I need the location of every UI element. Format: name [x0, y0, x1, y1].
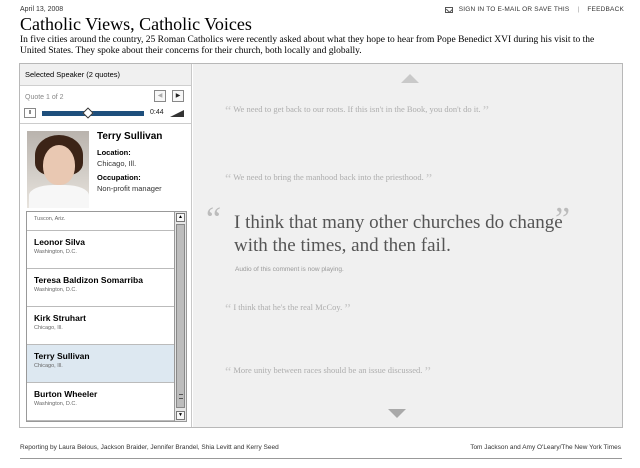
occupation-label: Occupation:: [97, 173, 141, 182]
scroll-quotes-down-icon[interactable]: [388, 409, 406, 418]
quote-nav-row: Quote 1 of 2 ◀ ▶: [20, 86, 191, 104]
quote-item[interactable]: “ I think that he's the real McCoy. ”: [225, 302, 351, 318]
envelope-icon[interactable]: [444, 6, 453, 13]
scroll-up-button[interactable]: ▲: [176, 213, 185, 222]
list-item-name: Kirk Struhart: [34, 313, 86, 323]
photo-credit: Tom Jackson and Amy O'Leary/The New York…: [470, 444, 621, 451]
list-item-location: Chicago, Ill.: [34, 363, 63, 369]
audio-progress-track[interactable]: [42, 107, 144, 119]
open-quote-icon: “: [225, 365, 232, 380]
speaker-list-items: Tuscon, Ariz. Leonor Silva Washington, D…: [27, 212, 174, 421]
location-label: Location:: [97, 148, 131, 157]
photo-face: [43, 145, 75, 185]
list-item[interactable]: Burton Wheeler Washington, D.C.: [27, 383, 174, 421]
quote-text: I think that he's the real McCoy.: [233, 302, 343, 312]
list-item-location: Washington, D.C.: [34, 287, 77, 293]
feedback-link[interactable]: FEEDBACK: [587, 6, 624, 13]
list-item-location: Tuscon, Ariz.: [34, 216, 66, 222]
scroll-quotes-up-icon[interactable]: [401, 74, 419, 83]
close-quote-icon: ”: [425, 172, 433, 187]
speaker-list: Tuscon, Ariz. Leonor Silva Washington, D…: [26, 211, 187, 422]
pause-button[interactable]: II: [24, 108, 36, 118]
scroll-down-button[interactable]: ▼: [176, 411, 185, 420]
footer-divider: [20, 458, 622, 459]
link-separator: |: [577, 6, 580, 13]
list-item[interactable]: Kirk Struhart Chicago, Ill.: [27, 307, 174, 345]
speaker-name: Terry Sullivan: [97, 131, 163, 142]
location-value: Chicago, Ill.: [97, 159, 137, 168]
current-quote: I think that many other churches do chan…: [234, 212, 563, 256]
selected-speaker-header: Selected Speaker (2 quotes): [20, 64, 191, 86]
scrollbar-thumb[interactable]: [176, 224, 185, 408]
sign-in-link[interactable]: SIGN IN TO E-MAIL OR SAVE THIS: [459, 6, 570, 13]
date: April 13, 2008: [20, 6, 64, 13]
prev-quote-button[interactable]: ◀: [154, 90, 166, 102]
close-quote-icon: ”: [482, 104, 489, 119]
list-item[interactable]: Tuscon, Ariz.: [27, 212, 174, 231]
interactive-frame: Selected Speaker (2 quotes) Quote 1 of 2…: [19, 63, 623, 428]
page-title: Catholic Views, Catholic Voices: [20, 14, 252, 34]
list-item-name: Terry Sullivan: [34, 351, 90, 361]
quote-item[interactable]: “ We need to bring the manhood back into…: [225, 172, 432, 188]
quote-counter: Quote 1 of 2: [25, 94, 64, 101]
list-item-selected[interactable]: Terry Sullivan Chicago, Ill.: [27, 345, 174, 383]
list-item-location: Washington, D.C.: [34, 401, 77, 407]
audio-time: 0:44: [150, 109, 164, 116]
list-item[interactable]: Teresa Baldizon Somarriba Washington, D.…: [27, 269, 174, 307]
close-quote-icon: ”: [555, 201, 571, 238]
quote-text: We need to bring the manhood back into t…: [233, 172, 424, 182]
quote-item[interactable]: “ We need to get back to our roots. If t…: [225, 104, 489, 120]
quote-item[interactable]: “ More unity between races should be an …: [225, 365, 431, 381]
audio-scrub-handle[interactable]: [82, 107, 94, 119]
list-item-name: Teresa Baldizon Somarriba: [34, 275, 143, 285]
audio-status: Audio of this comment is now playing.: [235, 266, 344, 273]
reporting-credits: Reporting by Laura Belous, Jackson Braid…: [20, 444, 279, 451]
top-links: SIGN IN TO E-MAIL OR SAVE THIS | FEEDBAC…: [444, 6, 624, 13]
open-quote-icon: “: [206, 201, 222, 238]
grip-icon: [179, 394, 183, 399]
divider: [20, 123, 191, 124]
close-quote-icon: ”: [424, 365, 431, 380]
list-item-name: Burton Wheeler: [34, 389, 98, 399]
list-item[interactable]: Leonor Silva Washington, D.C.: [27, 231, 174, 269]
speaker-panel: Selected Speaker (2 quotes) Quote 1 of 2…: [20, 64, 192, 427]
volume-icon[interactable]: [170, 110, 184, 117]
speaker-photo: [27, 131, 89, 208]
occupation-value: Non-profit manager: [97, 184, 162, 193]
open-quote-icon: “: [225, 302, 232, 317]
close-quote-icon: ”: [344, 302, 351, 317]
quotes-panel: “ We need to get back to our roots. If t…: [193, 64, 622, 427]
quote-text: More unity between races should be an is…: [233, 365, 423, 375]
audio-player: II 0:44: [24, 107, 190, 120]
list-item-location: Washington, D.C.: [34, 249, 77, 255]
open-quote-icon: “: [225, 172, 232, 187]
photo-shirt: [29, 185, 89, 208]
intro-text: In five cities around the country, 25 Ro…: [20, 35, 595, 56]
list-item-location: Chicago, Ill.: [34, 325, 63, 331]
open-quote-icon: “: [225, 104, 232, 119]
list-scrollbar[interactable]: ▲ ▼: [174, 212, 186, 421]
next-quote-button[interactable]: ▶: [172, 90, 184, 102]
quote-text: We need to get back to our roots. If thi…: [233, 104, 481, 114]
list-item-name: Leonor Silva: [34, 237, 86, 247]
